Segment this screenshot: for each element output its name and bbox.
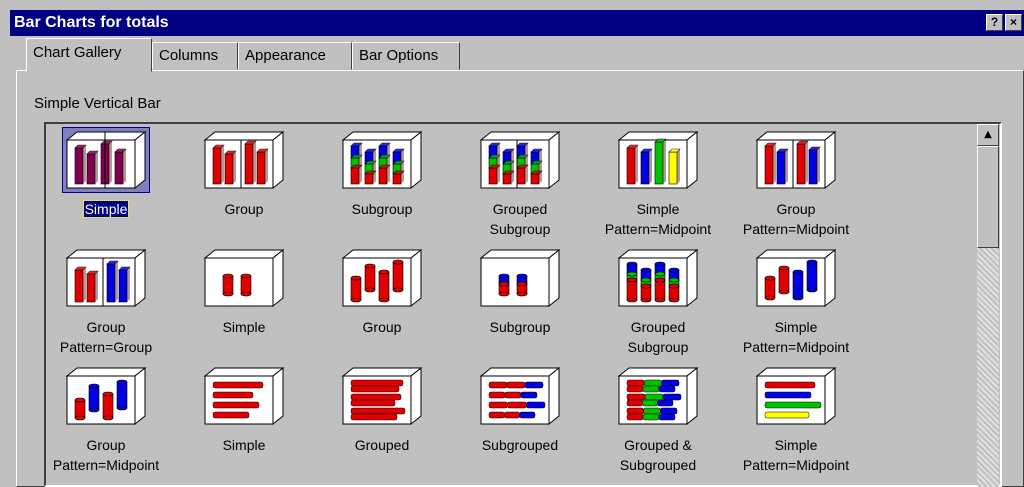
tab-bar-options[interactable]: Bar Options [352, 42, 460, 70]
close-button[interactable]: × [1005, 14, 1022, 31]
gallery-item[interactable]: Simple Pattern=Midpoint [583, 128, 733, 239]
tab-chart-gallery[interactable]: Chart Gallery [26, 38, 152, 72]
gallery-item[interactable]: Simple Pattern=Midpoint [721, 364, 871, 475]
gallery-item[interactable]: Group Pattern=Group [46, 246, 181, 357]
section-label: Simple Vertical Bar [34, 95, 161, 112]
scroll-up-arrow-icon[interactable]: ▲ [977, 124, 999, 146]
chart-gallery-list[interactable]: Simple Group Subgroup Grouped Subgroup Simpl… [44, 122, 1002, 487]
gallery-item[interactable]: Subgroup [445, 246, 595, 337]
gallery-item-label: Grouped Subgroup [489, 201, 551, 237]
gallery-item-label: Simple [82, 200, 130, 218]
gallery-item-label: Simple Pattern=Midpoint [742, 437, 850, 473]
gallery-item-label: Group Pattern=Group [59, 319, 153, 355]
hbar-subgrouped-icon [477, 364, 563, 428]
gallery-item-label: Simple Pattern=Midpoint [742, 319, 850, 355]
vbar-group-midpoint-icon [753, 128, 839, 192]
tab-columns[interactable]: Columns [152, 42, 238, 70]
help-button[interactable]: ? [986, 14, 1003, 31]
cyl-simple-icon [201, 246, 287, 310]
cyl-simple-midpoint-icon [753, 246, 839, 310]
gallery-item[interactable]: Group Pattern=Midpoint [721, 128, 871, 239]
scrollbar-thumb[interactable] [977, 146, 999, 248]
gallery-item-label: Grouped Subgroup [627, 319, 689, 355]
gallery-item[interactable]: Subgroup [307, 128, 457, 219]
gallery-item[interactable]: Grouped & Subgrouped [583, 364, 733, 475]
gallery-item[interactable]: Group [169, 128, 319, 219]
gallery-item[interactable]: Group Pattern=Midpoint [46, 364, 181, 475]
vbar-group-pattern-icon [63, 246, 149, 310]
hbar-grouped-icon [339, 364, 425, 428]
vertical-scrollbar[interactable]: ▲ [977, 124, 999, 487]
gallery-item[interactable]: Simple [169, 364, 319, 455]
gallery-item[interactable]: Simple [46, 127, 181, 219]
cyl-group-midpoint-icon [63, 364, 149, 428]
vbar-subgroup-icon [339, 128, 425, 192]
gallery-item-label: Subgroup [489, 319, 551, 335]
gallery-item[interactable]: Group [307, 246, 457, 337]
vbar-group-icon [201, 128, 287, 192]
gallery-item-label: Simple [222, 319, 266, 335]
tab-appearance[interactable]: Appearance [238, 42, 352, 70]
gallery-item-label: Group Pattern=Midpoint [52, 437, 160, 473]
hbar-grouped-subgrouped-icon [615, 364, 701, 428]
title-bar[interactable]: Bar Charts for totals [10, 10, 1024, 36]
vbar-simple-icon [62, 127, 150, 193]
gallery-item-label: Simple Pattern=Midpoint [604, 201, 712, 237]
cyl-subgroup-icon [477, 246, 563, 310]
hbar-simple-midpoint-icon [753, 364, 839, 428]
gallery-item[interactable]: Subgrouped [445, 364, 595, 455]
gallery-item[interactable]: Simple [169, 246, 319, 337]
gallery-item[interactable]: Simple Pattern=Midpoint [721, 246, 871, 357]
gallery-item-label: Subgrouped [481, 437, 559, 453]
gallery-item-label: Group Pattern=Midpoint [742, 201, 850, 237]
gallery-item-label: Group [362, 319, 402, 335]
window-title: Bar Charts for totals [14, 14, 169, 31]
gallery-item[interactable]: Grouped Subgroup [445, 128, 595, 239]
vbar-grouped-subgroup-icon [477, 128, 563, 192]
gallery-item-label: Group [224, 201, 264, 217]
gallery-item-label: Subgroup [351, 201, 413, 217]
vbar-simple-midpoint-icon [615, 128, 701, 192]
gallery-item-label: Grouped & Subgrouped [619, 437, 697, 473]
gallery-item[interactable]: Grouped [307, 364, 457, 455]
cyl-group-icon [339, 246, 425, 310]
hbar-simple-icon [201, 364, 287, 428]
gallery-item[interactable]: Grouped Subgroup [583, 246, 733, 357]
gallery-item-label: Simple [222, 437, 266, 453]
cyl-grouped-subgroup-icon [615, 246, 701, 310]
gallery-item-label: Grouped [354, 437, 410, 453]
